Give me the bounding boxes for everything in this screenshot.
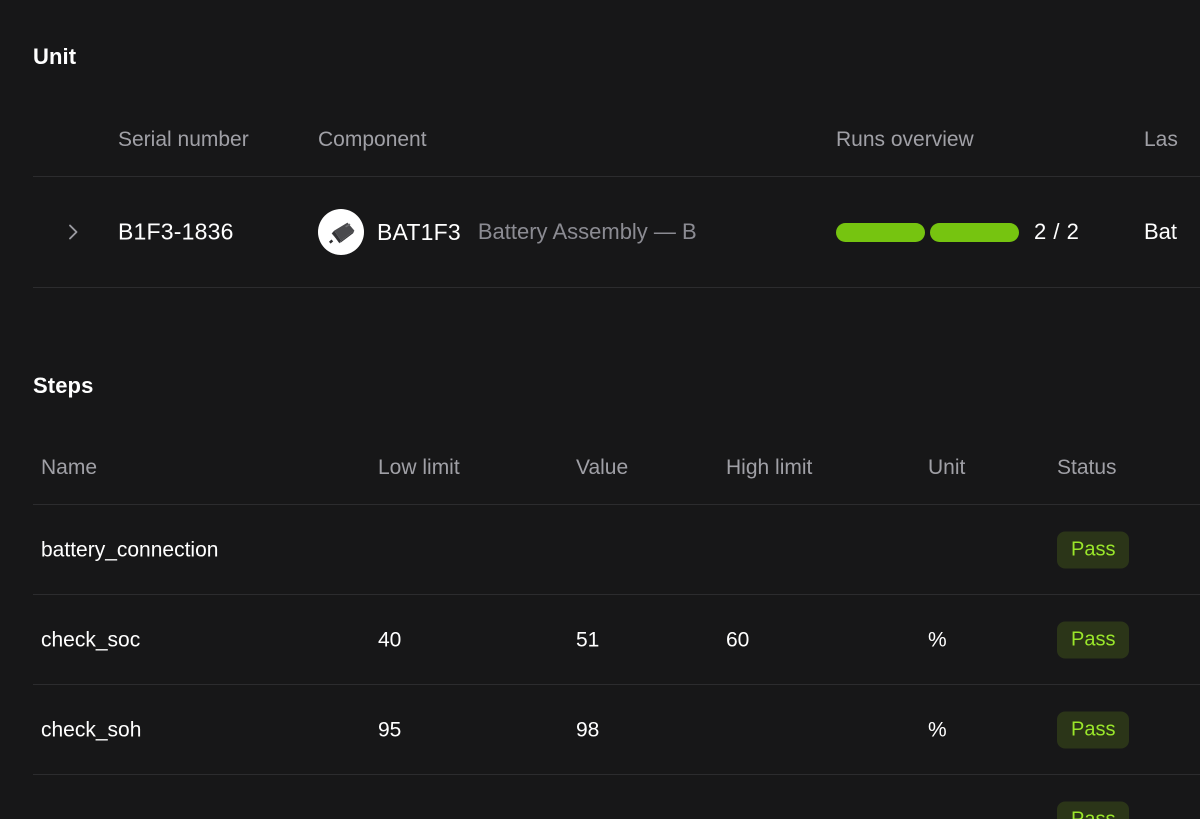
steps-column-header-unit[interactable]: Unit [928,456,965,480]
status-badge: Pass [1057,711,1130,748]
step-unit: % [928,718,947,741]
table-row[interactable]: check_soh 95 98 % Pass [33,685,1200,774]
steps-table: Name Low limit Value High limit Unit Sta… [33,456,1200,819]
unit-column-header-last-run[interactable]: Las [1144,128,1178,152]
unit-column-header-runs-overview[interactable]: Runs overview [836,128,974,152]
table-row[interactable]: Pass [33,775,1200,819]
steps-column-header-value[interactable]: Value [576,456,628,480]
runs-count-label: 2 / 2 [1034,219,1080,244]
unit-component-code: BAT1F3 [377,218,461,245]
chevron-right-icon[interactable] [62,221,84,243]
steps-column-header-low-limit[interactable]: Low limit [378,456,460,480]
unit-component-cell[interactable]: BAT1F3 Battery Assembly — B [318,209,697,255]
status-badge: Pass [1057,531,1130,568]
unit-table-header-row: Serial number Component Runs overview La… [33,128,1200,176]
unit-column-header-serial-number[interactable]: Serial number [118,128,249,152]
steps-column-header-name[interactable]: Name [41,456,97,480]
step-unit: % [928,628,947,651]
unit-runs-overview-cell: 2 / 2 [836,221,1079,243]
runs-segment-pass [836,222,925,242]
unit-serial-number[interactable]: B1F3-1836 [118,220,234,244]
unit-component-description: Battery Assembly — B [477,219,697,244]
table-row[interactable]: check_soc 40 51 60 % Pass [33,595,1200,684]
table-row[interactable]: battery_connection Pass [33,505,1200,594]
step-value: 98 [576,718,600,741]
step-value: 51 [576,628,600,651]
unit-table: Serial number Component Runs overview La… [33,128,1200,288]
steps-section-heading: Steps [33,373,94,398]
step-status-cell: Pass [1057,801,1130,819]
battery-pack-icon [318,209,364,255]
step-name: check_soh [41,718,142,741]
unit-detail-page: Unit Serial number Component Runs overvi… [0,0,1200,819]
status-badge: Pass [1057,621,1130,658]
expand-row-button[interactable] [62,221,84,243]
step-high-limit: 60 [726,628,750,651]
steps-column-header-status[interactable]: Status [1057,456,1117,480]
unit-table-row[interactable]: B1F3-1836 BAT1F3 Battery Assembly — B 2 … [33,177,1200,287]
step-status-cell: Pass [1057,711,1130,748]
status-badge: Pass [1057,801,1130,819]
unit-section-heading: Unit [33,44,77,69]
step-name: battery_connection [41,538,219,561]
step-low-limit: 40 [378,628,402,651]
step-low-limit: 95 [378,718,402,741]
runs-progress-bar [836,222,1019,242]
unit-column-header-component[interactable]: Component [318,128,427,152]
unit-last-run-value: Bat [1144,219,1178,244]
step-status-cell: Pass [1057,621,1130,658]
steps-column-header-high-limit[interactable]: High limit [726,456,812,480]
unit-table-row-divider [33,287,1200,288]
step-name: check_soc [41,628,141,651]
steps-table-header-row: Name Low limit Value High limit Unit Sta… [33,456,1200,504]
step-status-cell: Pass [1057,531,1130,568]
runs-segment-pass [930,222,1019,242]
